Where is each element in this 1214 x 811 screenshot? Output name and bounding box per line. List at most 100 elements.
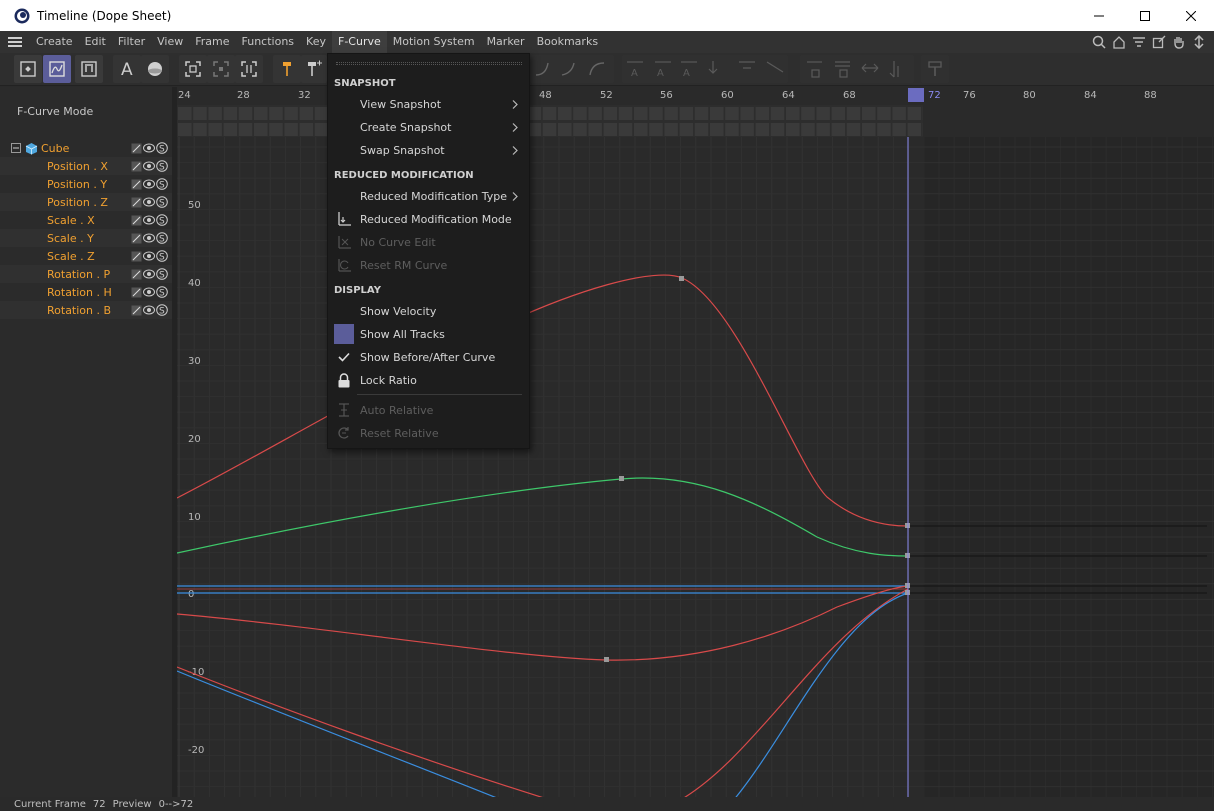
key-cell[interactable]	[603, 123, 618, 136]
key-cell[interactable]	[725, 107, 739, 120]
key-cell[interactable]	[770, 107, 785, 120]
key-cell[interactable]	[542, 107, 557, 120]
solo-icon[interactable]: S	[156, 196, 168, 208]
key-cell[interactable]	[831, 107, 846, 120]
key-cell[interactable]	[208, 123, 222, 136]
edit-toggle-icon[interactable]	[130, 232, 142, 244]
key-cell[interactable]	[269, 123, 283, 136]
menu-item-view-snapshot[interactable]: View Snapshot	[331, 93, 527, 115]
key-cell[interactable]	[223, 123, 238, 136]
snap-tools-group[interactable]	[800, 55, 914, 83]
track-row[interactable]: Position . Y S	[0, 175, 172, 193]
solo-icon[interactable]: S	[156, 268, 168, 280]
text-tool-button[interactable]: A	[113, 55, 141, 83]
track-row[interactable]: Rotation . H S	[0, 283, 172, 301]
key-cell[interactable]	[634, 123, 648, 136]
key-cell[interactable]	[679, 123, 694, 136]
solo-icon[interactable]: S	[156, 142, 168, 154]
menu-item-show-before-after-curve[interactable]: Show Before/After Curve	[331, 346, 527, 368]
key-cell[interactable]	[877, 107, 891, 120]
key-cell[interactable]	[816, 107, 830, 120]
key-cell[interactable]	[892, 107, 906, 120]
track-row[interactable]: Rotation . P S	[0, 265, 172, 283]
close-button[interactable]	[1168, 0, 1214, 31]
eye-icon[interactable]	[143, 214, 155, 226]
solo-icon[interactable]: S	[156, 160, 168, 172]
key-cell[interactable]	[223, 107, 238, 120]
paint-roller-button[interactable]	[921, 55, 949, 83]
key-cell[interactable]	[710, 107, 724, 120]
key-cell[interactable]	[284, 107, 298, 120]
frame-range-button[interactable]	[235, 55, 263, 83]
key-cell[interactable]	[725, 123, 739, 136]
key-summary-rows[interactable]	[177, 105, 923, 137]
track-row[interactable]: Position . X S	[0, 157, 172, 175]
menu-create[interactable]: Create	[30, 31, 79, 53]
key-cell[interactable]	[178, 123, 192, 136]
key-cell[interactable]	[786, 123, 800, 136]
eye-icon[interactable]	[143, 304, 155, 316]
edit-toggle-icon[interactable]	[130, 142, 142, 154]
key-cell[interactable]	[238, 123, 253, 136]
key-cell[interactable]	[588, 123, 602, 136]
hamburger-menu-button[interactable]	[0, 31, 30, 53]
key-cell[interactable]	[786, 107, 800, 120]
key-cell[interactable]	[892, 123, 906, 136]
eye-icon[interactable]	[143, 268, 155, 280]
edit-toggle-icon[interactable]	[130, 304, 142, 316]
solo-icon[interactable]: S	[156, 286, 168, 298]
key-cell[interactable]	[254, 107, 268, 120]
current-frame-marker[interactable]	[908, 88, 924, 102]
eye-icon[interactable]	[143, 286, 155, 298]
menu-functions[interactable]: Functions	[236, 31, 301, 53]
key-cell[interactable]	[649, 123, 663, 136]
menu-item-reset-rm-curve[interactable]: Reset RM Curve	[331, 254, 527, 276]
key-cell[interactable]	[299, 107, 314, 120]
key-pin-button[interactable]	[273, 55, 301, 83]
menu-edit[interactable]: Edit	[79, 31, 112, 53]
menu-item-show-all-tracks[interactable]: Show All Tracks	[331, 323, 527, 345]
menu-item-no-curve-edit[interactable]: No Curve Edit	[331, 231, 527, 253]
eye-icon[interactable]	[143, 160, 155, 172]
key-cell[interactable]	[618, 107, 633, 120]
dope-sheet-mode-button[interactable]	[14, 55, 42, 83]
key-cell[interactable]	[558, 123, 572, 136]
frame-selected-button[interactable]	[207, 55, 235, 83]
collapse-icon[interactable]	[11, 143, 21, 153]
key-cell[interactable]	[755, 107, 770, 120]
key-cell[interactable]	[877, 123, 891, 136]
key-cell[interactable]	[862, 123, 876, 136]
solo-icon[interactable]: S	[156, 214, 168, 226]
key-cell[interactable]	[907, 123, 922, 136]
menu-key[interactable]: Key	[300, 31, 332, 53]
key-cell[interactable]	[299, 123, 314, 136]
menu-item-swap-snapshot[interactable]: Swap Snapshot	[331, 139, 527, 161]
hand-pan-icon[interactable]	[1170, 33, 1188, 51]
eye-icon[interactable]	[143, 142, 155, 154]
menu-item-lock-ratio[interactable]: Lock Ratio	[331, 369, 527, 391]
key-cell[interactable]	[542, 123, 557, 136]
key-cell[interactable]	[238, 107, 253, 120]
menu-item-reset-relative[interactable]: Reset Relative	[331, 422, 527, 444]
key-cell[interactable]	[846, 107, 861, 120]
track-row-cube[interactable]: Cube S	[0, 139, 172, 157]
keyframe-point[interactable]	[604, 657, 609, 662]
key-cell[interactable]	[634, 107, 648, 120]
key-cell[interactable]	[770, 123, 785, 136]
key-cell[interactable]	[664, 123, 678, 136]
menu-item-reduced-modification-mode[interactable]: Reduced Modification Mode	[331, 208, 527, 230]
key-cell[interactable]	[694, 123, 709, 136]
key-cell[interactable]	[801, 107, 815, 120]
edit-toggle-icon[interactable]	[130, 178, 142, 190]
key-cell[interactable]	[816, 123, 830, 136]
key-tools-group[interactable]: A A A	[622, 55, 788, 83]
key-cell[interactable]	[558, 107, 572, 120]
sphere-object-button[interactable]	[141, 55, 169, 83]
search-icon[interactable]	[1090, 33, 1108, 51]
key-cell[interactable]	[679, 107, 694, 120]
eye-icon[interactable]	[143, 232, 155, 244]
menu-item-reduced-modification-type[interactable]: Reduced Modification Type	[331, 185, 527, 207]
key-cell[interactable]	[907, 107, 922, 120]
edit-toggle-icon[interactable]	[130, 250, 142, 262]
track-row[interactable]: Scale . X S	[0, 211, 172, 229]
